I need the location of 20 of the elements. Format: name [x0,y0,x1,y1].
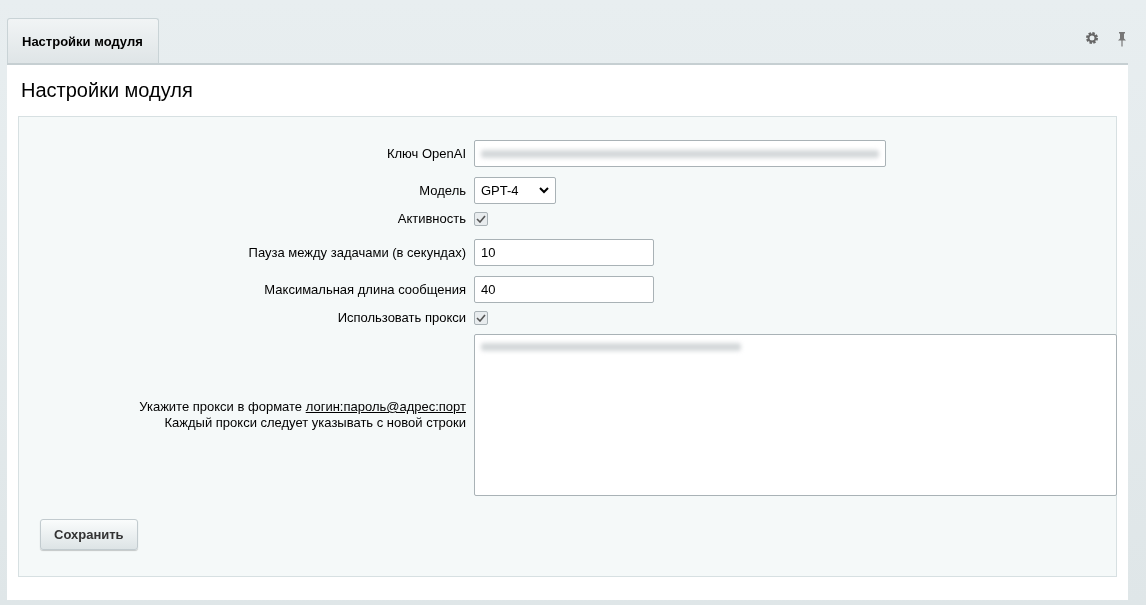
field-label: Максимальная длина сообщения [263,282,466,297]
field-label: Модель [418,183,466,198]
field-label: Использовать прокси [336,310,466,325]
settings-icon[interactable] [1085,31,1099,45]
field-label: Ключ OpenAI [385,146,466,161]
hint-text: Укажите прокси в формате логин:пароль@адрес:порт Каждый прокси следует указывать с новой строки [138,399,466,431]
pin-icon[interactable] [1117,31,1127,47]
checkbox[interactable] [474,310,488,325]
page-title: Настройки модуля [21,79,194,102]
field-label: Пауза между задачами (в секундах) [247,245,466,260]
input-field[interactable]: 40 [474,276,654,303]
tab[interactable]: Настройки модуля [7,18,159,63]
input-field[interactable]: 10 [474,239,654,266]
input-field[interactable] [474,140,886,167]
checkbox[interactable] [474,211,488,226]
format-link[interactable]: логин:пароль@адрес:порт [305,399,466,414]
model-dropdown[interactable]: GPT-4 [474,177,556,204]
caret-icon [539,187,549,194]
field-label: Активность [396,211,466,226]
save-button[interactable]: Сохранить [40,519,138,550]
